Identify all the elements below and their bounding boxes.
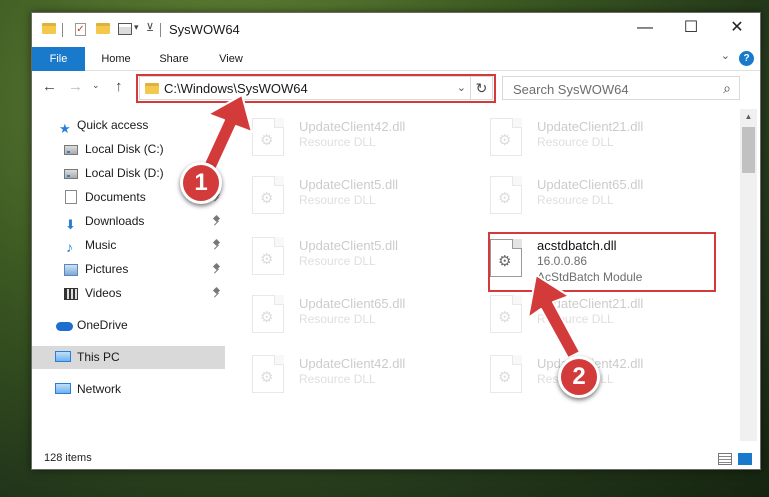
- annotation-arrows: [200, 94, 581, 359]
- step-1-badge: 1: [180, 162, 222, 204]
- step-2-badge: 2: [558, 356, 600, 398]
- arrow-2: [527, 274, 581, 359]
